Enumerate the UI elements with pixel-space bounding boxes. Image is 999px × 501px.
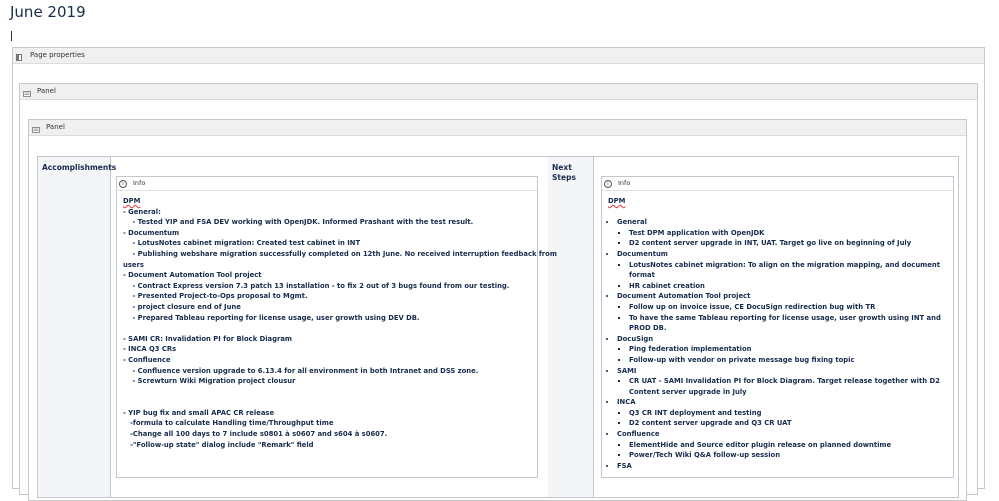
accomplishment-line: - YIP bug fix and small APAC CR release xyxy=(123,408,275,417)
next-step-item: HR cabinet creation xyxy=(629,281,947,292)
accomplishment-line: - INCA Q3 CRs xyxy=(123,345,177,354)
accomplishment-line: - Publishing webshare migration successf… xyxy=(123,249,557,258)
next-steps-header[interactable]: Next Steps xyxy=(548,157,594,497)
next-step-group-label: Document Automation Tool project xyxy=(617,292,751,301)
next-step-group-label: INCA xyxy=(617,398,636,407)
accomplishment-line xyxy=(123,387,531,398)
next-step-item: Ping federation implementation xyxy=(629,344,947,355)
next-step-group-label: SAMI xyxy=(617,366,637,375)
accomplishment-line: - LotusNotes cabinet migration: Created … xyxy=(123,239,361,248)
accomplishment-line: -formula to calculate Handling time/Thro… xyxy=(123,419,334,428)
info-icon: i xyxy=(604,180,612,188)
page-properties-label: Page properties xyxy=(30,51,85,59)
next-step-item: Follow-up with vendor on private message… xyxy=(629,355,947,366)
accomplishment-line: - Document Automation Tool project xyxy=(123,271,262,280)
accomplishments-info-macro[interactable]: i Info DPM - General: - Tested YIP and F… xyxy=(116,176,557,478)
next-step-item: LotusNotes cabinet migration: To align o… xyxy=(629,260,947,281)
next-step-item: CR UAT - SAMI Invalidation PI for Block … xyxy=(629,376,947,397)
next-step-group-label: Confluence xyxy=(617,430,660,439)
page-title: June 2019 xyxy=(10,3,86,21)
text-cursor xyxy=(11,31,12,41)
panel-inner-label: Panel xyxy=(46,123,65,131)
accomplishment-line: - Prepared Tableau reporting for license… xyxy=(123,313,420,322)
accomplishments-content[interactable]: DPM - General: - Tested YIP and FSA DEV … xyxy=(117,191,557,455)
page-properties-header[interactable]: Page properties xyxy=(13,48,984,64)
info-header: i Info xyxy=(117,177,537,191)
accomplishments-title: DPM xyxy=(123,197,141,205)
next-step-group: Documentum LotusNotes cabinet migration: … xyxy=(617,249,947,291)
next-step-group: DocuSignPing federation implementationFo… xyxy=(617,334,947,366)
next-step-group-label: Documentum xyxy=(617,249,668,258)
accomplishment-line: - Confluence xyxy=(123,355,171,364)
accomplishment-line xyxy=(123,323,531,334)
info-label: Info xyxy=(618,179,631,187)
accomplishment-line: - Confluence version upgrade to 6.13.4 f… xyxy=(123,366,479,375)
accomplishment-line: - Documentum xyxy=(123,228,180,237)
next-step-item: Follow up on invoice issue, CE DocuSign … xyxy=(629,302,947,313)
next-step-group: Document Automation Tool projectFollow u… xyxy=(617,291,947,333)
info-icon: i xyxy=(119,180,127,188)
next-step-item: D2 content server upgrade in INT, UAT. T… xyxy=(629,238,947,249)
next-step-group-label: FSA xyxy=(617,461,632,470)
info-header: i Info xyxy=(602,177,953,191)
accomplishments-header[interactable]: Accomplishments xyxy=(38,157,116,497)
accomplishment-line xyxy=(123,397,531,408)
next-step-item: Q3 CR INT deployment and testing xyxy=(629,408,947,419)
accomplishment-line: - Tested YIP and FSA DEV working with Op… xyxy=(123,218,474,227)
accomplishment-line: - project closure end of June xyxy=(123,302,241,311)
next-step-group: FSA xyxy=(617,461,947,472)
next-step-group-label: DocuSign xyxy=(617,334,654,343)
accomplishment-line: - Presented Project-to-Ops proposal to M… xyxy=(123,292,308,301)
next-steps-content[interactable]: DPM GeneralTest DPM application with Ope… xyxy=(602,191,953,476)
next-step-group: ConfluenceElementHide and Source editor … xyxy=(617,429,947,461)
accomplishment-line: - General: xyxy=(123,207,161,216)
accomplishment-line: -"Follow-up state" dialog include "Remar… xyxy=(123,440,314,449)
next-step-item: ElementHide and Source editor plugin rel… xyxy=(629,440,947,451)
panel-inner-header[interactable]: Panel xyxy=(29,120,966,136)
accomplishment-line: - SAMI CR: Invalidation PI for Block Dia… xyxy=(123,334,293,343)
next-steps-info-macro[interactable]: i Info DPM GeneralTest DPM application w… xyxy=(601,176,954,478)
next-steps-list: GeneralTest DPM application with OpenJDK… xyxy=(608,217,947,471)
panel-outer-header[interactable]: Panel xyxy=(20,84,977,100)
next-step-group: SAMICR UAT - SAMI Invalidation PI for Bl… xyxy=(617,366,947,398)
next-step-item: Power/Tech Wiki Q&A follow-up session xyxy=(629,450,947,461)
accomplishment-line: - Screwturn Wiki Migration project clous… xyxy=(123,377,296,386)
accomplishment-line: - Contract Express version 7.3 patch 13 … xyxy=(123,281,510,290)
next-step-group-label: General xyxy=(617,218,647,227)
next-step-item: To have the same Tableau reporting for l… xyxy=(629,313,947,334)
info-label: Info xyxy=(133,179,146,187)
next-step-item: Test DPM application with OpenJDK xyxy=(629,228,947,239)
next-step-group: INCAQ3 CR INT deployment and testingD2 c… xyxy=(617,397,947,429)
next-step-group: GeneralTest DPM application with OpenJDK… xyxy=(617,217,947,249)
next-steps-title: DPM xyxy=(608,197,626,205)
panel-outer-label: Panel xyxy=(37,87,56,95)
accomplishment-line: -Change all 100 days to 7 include s0801 … xyxy=(123,430,388,439)
accomplishment-line: users xyxy=(123,260,144,269)
next-step-item: D2 content server upgrade and Q3 CR UAT xyxy=(629,418,947,429)
